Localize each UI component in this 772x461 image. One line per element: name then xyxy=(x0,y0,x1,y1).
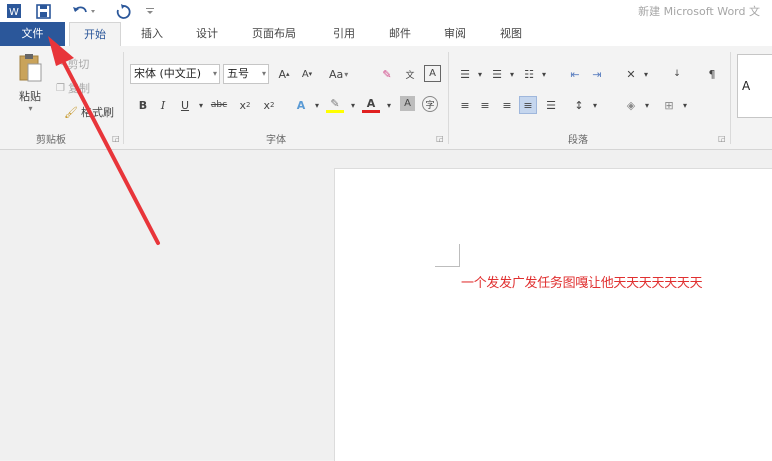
ribbon-home: 粘贴 ▾ ✂ 剪切 ❐ 复制 🖌 格式刷 剪贴板 ◲ 宋体 (中文正) ▾ 五号… xyxy=(0,46,772,150)
format-painter-button[interactable]: 🖌 格式刷 xyxy=(64,104,114,120)
tab-references[interactable]: 引用 xyxy=(330,22,358,46)
font-name-value: 宋体 (中文正) xyxy=(134,67,202,80)
copy-label: 复制 xyxy=(67,82,90,95)
group-separator xyxy=(448,52,449,144)
align-left-icon[interactable]: ≡ xyxy=(456,96,474,114)
justify-icon[interactable]: ≡ xyxy=(519,96,537,114)
change-case-label: Aa xyxy=(329,67,344,81)
chevron-down-icon: ▾ xyxy=(261,69,266,78)
paragraph-launcher-icon[interactable]: ◲ xyxy=(718,134,726,143)
font-color-dropdown-icon[interactable]: ▾ xyxy=(380,96,398,114)
multilevel-dropdown-icon[interactable]: ▾ xyxy=(535,65,553,83)
word-app-icon[interactable]: W xyxy=(5,2,23,20)
font-size-value: 五号 xyxy=(227,67,249,80)
paragraph-group-label: 段落 xyxy=(568,135,588,146)
decrease-indent-icon[interactable]: ⇤ xyxy=(566,65,584,83)
character-border-icon[interactable]: A xyxy=(424,65,441,82)
margin-corner-mark xyxy=(459,244,460,267)
cut-label: 剪切 xyxy=(67,58,90,71)
align-center-icon[interactable]: ≡ xyxy=(476,96,494,114)
margin-corner-mark xyxy=(435,266,460,267)
redo-icon[interactable] xyxy=(114,2,132,20)
customize-qat-icon[interactable] xyxy=(144,2,156,20)
document-text[interactable]: 一个发发广发任务图嘎让他天天天天天天天 xyxy=(461,272,703,291)
increase-indent-icon[interactable]: ⇥ xyxy=(588,65,606,83)
tab-mailings[interactable]: 邮件 xyxy=(386,22,414,46)
format-painter-icon: 🖌 xyxy=(64,105,78,119)
paste-button[interactable]: 粘贴 ▾ xyxy=(10,52,50,124)
styles-gallery[interactable]: A xyxy=(737,54,772,118)
phonetic-guide-icon[interactable]: 文 xyxy=(401,65,419,83)
font-group-label: 字体 xyxy=(266,135,286,146)
tab-home[interactable]: 开始 xyxy=(69,22,121,46)
grow-font-icon[interactable]: A ▴ xyxy=(275,65,293,83)
distributed-icon[interactable]: ☰ xyxy=(542,96,560,114)
quick-access-toolbar: W 新建 Microsoft Word 文 xyxy=(0,0,772,22)
underline-dropdown-icon[interactable]: ▾ xyxy=(192,96,210,114)
chinese-layout-dropdown-icon[interactable]: ▾ xyxy=(637,65,655,83)
font-color-icon[interactable]: A xyxy=(362,96,380,113)
word-window: W 新建 Microsoft Word 文 文件 开始 插入 设计 页面布局 引… xyxy=(0,0,772,461)
copy-button[interactable]: ❐ 复制 xyxy=(56,80,90,96)
clipboard-group-label: 剪贴板 xyxy=(36,135,66,146)
text-effects-dropdown-icon[interactable]: ▾ xyxy=(308,96,326,114)
paste-dropdown-icon[interactable]: ▾ xyxy=(28,104,32,113)
tab-review[interactable]: 审阅 xyxy=(441,22,469,46)
undo-icon[interactable] xyxy=(70,2,98,20)
chevron-down-icon: ▾ xyxy=(212,69,217,78)
document-area: 一个发发广发任务图嘎让他天天天天天天天 xyxy=(0,150,772,461)
tab-design[interactable]: 设计 xyxy=(193,22,221,46)
shrink-font-icon[interactable]: A ▾ xyxy=(298,65,316,83)
group-separator xyxy=(730,52,731,144)
character-shading-icon[interactable]: A xyxy=(400,96,415,111)
clear-formatting-icon[interactable]: ✎ xyxy=(378,65,396,83)
bold-icon[interactable]: B xyxy=(134,96,152,114)
window-title: 新建 Microsoft Word 文 xyxy=(638,5,760,18)
sort-icon[interactable]: ↓ xyxy=(668,65,686,83)
shading-dropdown-icon[interactable]: ▾ xyxy=(638,96,656,114)
clipboard-launcher-icon[interactable]: ◲ xyxy=(112,134,120,143)
tab-view[interactable]: 视图 xyxy=(497,22,525,46)
style-preview-letter: A xyxy=(742,79,751,93)
cut-button[interactable]: ✂ 剪切 xyxy=(56,56,89,72)
font-name-combo[interactable]: 宋体 (中文正) ▾ xyxy=(130,64,220,84)
paste-icon xyxy=(19,54,42,82)
line-spacing-dropdown-icon[interactable]: ▾ xyxy=(586,96,604,114)
enclose-characters-icon[interactable]: 字 xyxy=(422,96,438,112)
tab-file[interactable]: 文件 xyxy=(0,22,65,46)
change-case-button[interactable]: Aa ▾ xyxy=(329,65,348,83)
paste-label: 粘贴 xyxy=(19,90,41,103)
bullets-dropdown-icon[interactable]: ▾ xyxy=(471,65,489,83)
format-painter-label: 格式刷 xyxy=(80,106,114,119)
numbering-dropdown-icon[interactable]: ▾ xyxy=(503,65,521,83)
highlight-color-icon[interactable]: ✎ xyxy=(326,96,344,113)
document-page[interactable]: 一个发发广发任务图嘎让他天天天天天天天 xyxy=(334,168,772,461)
font-launcher-icon[interactable]: ◲ xyxy=(436,134,444,143)
font-size-combo[interactable]: 五号 ▾ xyxy=(223,64,269,84)
italic-icon[interactable]: I xyxy=(154,96,172,114)
tab-insert[interactable]: 插入 xyxy=(138,22,166,46)
group-separator xyxy=(123,52,124,144)
scissors-icon: ✂ xyxy=(56,58,65,70)
ribbon-tabs: 文件 开始 插入 设计 页面布局 引用 邮件 审阅 视图 xyxy=(0,22,772,46)
superscript-icon[interactable]: x2 xyxy=(260,96,278,114)
strikethrough-icon[interactable]: abc xyxy=(210,96,228,114)
save-icon[interactable] xyxy=(34,2,52,20)
tab-page-layout[interactable]: 页面布局 xyxy=(248,22,300,46)
highlight-dropdown-icon[interactable]: ▾ xyxy=(344,96,362,114)
align-right-icon[interactable]: ≡ xyxy=(498,96,516,114)
chevron-down-icon: ▾ xyxy=(344,69,349,79)
borders-dropdown-icon[interactable]: ▾ xyxy=(676,96,694,114)
copy-icon: ❐ xyxy=(56,82,65,94)
svg-text:W: W xyxy=(9,7,19,18)
show-hide-marks-icon[interactable]: ¶ xyxy=(703,65,721,83)
subscript-icon[interactable]: x2 xyxy=(236,96,254,114)
